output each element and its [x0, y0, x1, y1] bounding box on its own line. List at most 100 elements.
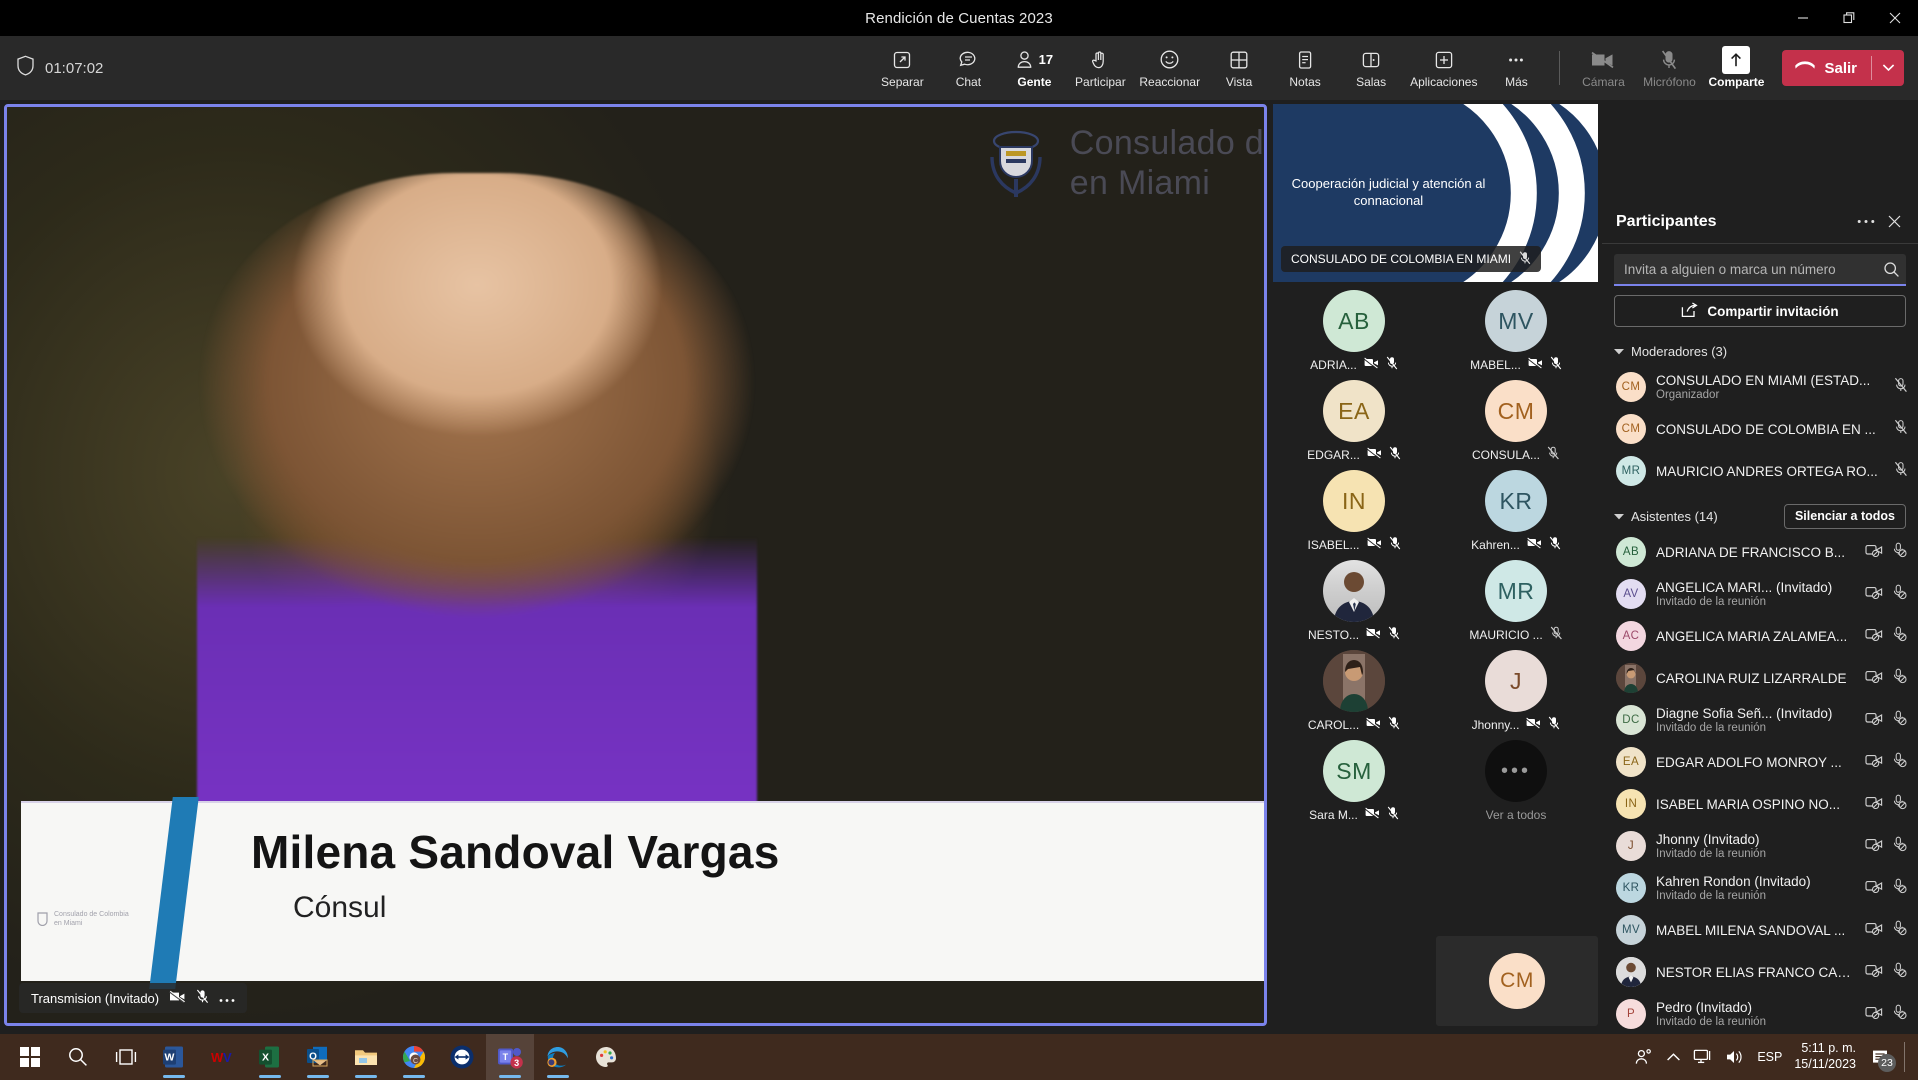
paint-app[interactable]: [582, 1034, 630, 1080]
search-input[interactable]: [1614, 261, 1876, 277]
microphone-off-icon[interactable]: [1892, 752, 1908, 773]
notifications-icon[interactable]: 23: [1868, 1045, 1896, 1072]
close-button[interactable]: [1872, 0, 1918, 36]
toolbar-item-notas[interactable]: Notas: [1272, 40, 1338, 96]
wordpress-app[interactable]: WV: [198, 1034, 246, 1080]
toolbar-item-share[interactable]: Comparte: [1702, 40, 1770, 96]
camera-off-icon[interactable]: [1865, 1005, 1883, 1024]
microphone-off-icon[interactable]: [1892, 668, 1908, 689]
self-view-tile[interactable]: CM: [1436, 936, 1598, 1026]
see-all-tile[interactable]: ••• Ver a todos: [1435, 740, 1597, 830]
participant-row[interactable]: KR Kahren Rondon (Invitado) Invitado de …: [1602, 867, 1918, 909]
volume-icon[interactable]: [1725, 1048, 1745, 1066]
outlook-app[interactable]: O: [294, 1034, 342, 1080]
participant-row[interactable]: CM CONSULADO EN MIAMI (ESTAD... Organiza…: [1602, 366, 1918, 408]
participant-row[interactable]: P Pedro (Invitado) Invitado de la reunió…: [1602, 993, 1918, 1035]
camera-off-icon[interactable]: [1865, 963, 1883, 982]
toolbar-item-separar[interactable]: Separar: [869, 40, 935, 96]
excel-app[interactable]: X: [246, 1034, 294, 1080]
participant-tile[interactable]: J Jhonny...: [1435, 650, 1597, 740]
microphone-off-icon[interactable]: [1892, 878, 1908, 899]
toolbar-item-salas[interactable]: Salas: [1338, 40, 1404, 96]
participant-row[interactable]: AB ADRIANA DE FRANCISCO B...: [1602, 531, 1918, 573]
toolbar-item-camera[interactable]: Cámara: [1570, 40, 1636, 96]
participant-tile[interactable]: EA EDGAR...: [1273, 380, 1435, 470]
participant-tile[interactable]: CAROL...: [1273, 650, 1435, 740]
participant-tile[interactable]: MV MABEL...: [1435, 290, 1597, 380]
group-header-moderadores[interactable]: Moderadores (3): [1602, 336, 1918, 366]
participant-row[interactable]: IN ISABEL MARIA OSPINO NO...: [1602, 783, 1918, 825]
language-indicator[interactable]: ESP: [1757, 1050, 1782, 1064]
teams-app[interactable]: T3: [486, 1034, 534, 1080]
microphone-off-icon[interactable]: [1892, 584, 1908, 605]
minimize-button[interactable]: [1780, 0, 1826, 36]
toolbar-item-chat[interactable]: Chat: [935, 40, 1001, 96]
camera-off-icon[interactable]: [1865, 795, 1883, 814]
show-desktop-button[interactable]: [1904, 1042, 1908, 1072]
participant-row[interactable]: CAROLINA RUIZ LIZARRALDE: [1602, 657, 1918, 699]
word-app[interactable]: W: [150, 1034, 198, 1080]
participant-tile[interactable]: AB ADRIA...: [1273, 290, 1435, 380]
microphone-off-icon[interactable]: [1892, 836, 1908, 857]
toolbar-item-vista[interactable]: Vista: [1206, 40, 1272, 96]
participant-row[interactable]: AV ANGELICA MARI... (Invitado) Invitado …: [1602, 573, 1918, 615]
network-icon[interactable]: [1693, 1048, 1713, 1066]
people-tray-icon[interactable]: [1634, 1047, 1654, 1067]
clock[interactable]: 5:11 p. m. 15/11/2023: [1794, 1041, 1856, 1072]
camera-off-icon[interactable]: [1865, 921, 1883, 940]
participant-tile[interactable]: KR Kahren...: [1435, 470, 1597, 560]
camera-off-icon[interactable]: [1865, 753, 1883, 772]
microphone-off-icon[interactable]: [1892, 920, 1908, 941]
mute-all-button[interactable]: Silenciar a todos: [1783, 503, 1906, 529]
camera-off-icon[interactable]: [1865, 711, 1883, 730]
participant-tile[interactable]: SM Sara M...: [1273, 740, 1435, 830]
participant-row[interactable]: MR MAURICIO ANDRES ORTEGA RO...: [1602, 450, 1918, 492]
toolbar-item-reaccionar[interactable]: Reaccionar: [1133, 40, 1206, 96]
microphone-off-icon[interactable]: [1892, 794, 1908, 815]
share-invite-button[interactable]: Compartir invitación: [1614, 295, 1906, 327]
search-icon[interactable]: [1876, 261, 1906, 278]
group-header-asistentes[interactable]: Asistentes (14) Silenciar a todos: [1602, 501, 1918, 531]
toolbar-item-gente[interactable]: 17 Gente: [1001, 40, 1067, 96]
microphone-off-icon[interactable]: [1892, 626, 1908, 647]
participant-row[interactable]: DC Diagne Sofia Señ... (Invitado) Invita…: [1602, 699, 1918, 741]
camera-off-icon[interactable]: [1865, 879, 1883, 898]
microphone-off-icon[interactable]: [1892, 962, 1908, 983]
toolbar-item-aplicaciones[interactable]: Aplicaciones: [1404, 40, 1483, 96]
shared-screen-tile[interactable]: Cooperación judicial y atención al conna…: [1273, 104, 1598, 282]
more-icon[interactable]: [1852, 208, 1880, 236]
leave-button[interactable]: Salir: [1782, 50, 1871, 86]
participant-row[interactable]: NESTOR ELIAS FRANCO CAS...: [1602, 951, 1918, 993]
search-field[interactable]: [1614, 254, 1906, 286]
camera-off-icon[interactable]: [1865, 585, 1883, 604]
edge-app[interactable]: [534, 1034, 582, 1080]
participant-row[interactable]: MV MABEL MILENA SANDOVAL ...: [1602, 909, 1918, 951]
camera-off-icon[interactable]: [1865, 627, 1883, 646]
camera-off-icon[interactable]: [1865, 669, 1883, 688]
search-button[interactable]: [54, 1034, 102, 1080]
chevron-up-icon[interactable]: [1666, 1052, 1681, 1062]
start-button[interactable]: [6, 1034, 54, 1080]
participant-tile[interactable]: MR MAURICIO ...: [1435, 560, 1597, 650]
microphone-off-icon[interactable]: [1892, 710, 1908, 731]
participant-row[interactable]: EA EDGAR ADOLFO MONROY ...: [1602, 741, 1918, 783]
more-icon[interactable]: [219, 991, 235, 1006]
microphone-muted-icon[interactable]: [1894, 419, 1908, 440]
chrome-app[interactable]: C: [390, 1034, 438, 1080]
camera-off-icon[interactable]: [1865, 543, 1883, 562]
microphone-muted-icon[interactable]: [1894, 461, 1908, 482]
participant-row[interactable]: AC ANGELICA MARIA ZALAMEA...: [1602, 615, 1918, 657]
task-view-button[interactable]: [102, 1034, 150, 1080]
participant-tile[interactable]: CM CONSULA...: [1435, 380, 1597, 470]
participant-row[interactable]: J Jhonny (Invitado) Invitado de la reuni…: [1602, 825, 1918, 867]
participant-tile[interactable]: NESTO...: [1273, 560, 1435, 650]
close-icon[interactable]: [1880, 208, 1908, 236]
microphone-off-icon[interactable]: [1892, 1004, 1908, 1025]
microphone-off-icon[interactable]: [1892, 542, 1908, 563]
microphone-muted-icon[interactable]: [1894, 377, 1908, 398]
camera-off-icon[interactable]: [1865, 837, 1883, 856]
toolbar-item-participar[interactable]: Participar: [1067, 40, 1133, 96]
toolbar-item-microphone[interactable]: Micrófono: [1636, 40, 1702, 96]
toolbar-item-mas[interactable]: Más: [1483, 40, 1549, 96]
participant-row[interactable]: CM CONSULADO DE COLOMBIA EN ...: [1602, 408, 1918, 450]
